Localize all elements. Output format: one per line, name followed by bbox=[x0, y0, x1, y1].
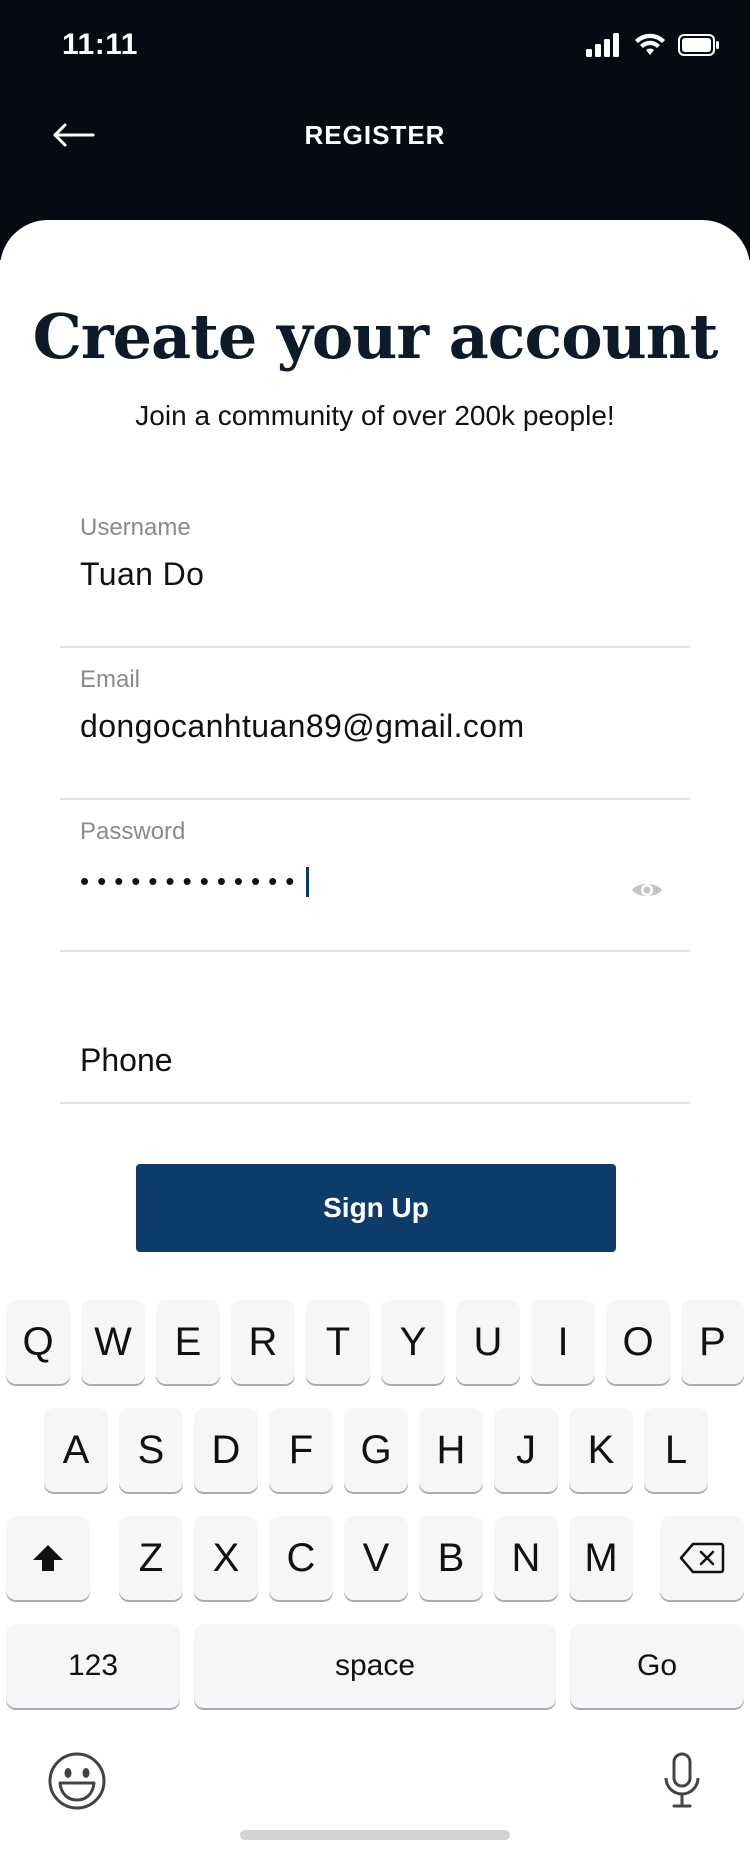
phone-placeholder[interactable]: Phone bbox=[80, 1042, 173, 1079]
key-f[interactable]: F bbox=[269, 1408, 333, 1492]
microphone-button[interactable] bbox=[662, 1750, 702, 1812]
keyboard-bottom-bar bbox=[0, 1750, 750, 1868]
numbers-key[interactable]: 123 bbox=[6, 1624, 180, 1708]
eye-icon bbox=[632, 884, 662, 896]
wifi-icon bbox=[635, 33, 665, 55]
key-x[interactable]: X bbox=[194, 1516, 258, 1600]
backspace-icon bbox=[679, 1542, 725, 1574]
key-n[interactable]: N bbox=[494, 1516, 558, 1600]
emoji-icon bbox=[48, 1752, 106, 1810]
key-i[interactable]: I bbox=[531, 1300, 595, 1384]
on-screen-keyboard: Q W E R T Y U I O P A S D F G H J K L Z … bbox=[0, 1280, 750, 1868]
backspace-key[interactable] bbox=[660, 1516, 744, 1600]
username-field[interactable]: Username Tuan Do bbox=[60, 496, 690, 648]
key-k[interactable]: K bbox=[569, 1408, 633, 1492]
password-masked-value: ••••••••••••• bbox=[80, 866, 303, 896]
password-label: Password bbox=[80, 818, 186, 845]
key-d[interactable]: D bbox=[194, 1408, 258, 1492]
key-t[interactable]: T bbox=[306, 1300, 370, 1384]
key-v[interactable]: V bbox=[344, 1516, 408, 1600]
status-time: 11:11 bbox=[62, 28, 138, 61]
key-y[interactable]: Y bbox=[381, 1300, 445, 1384]
signal-icon bbox=[586, 33, 619, 57]
password-field[interactable]: Password ••••••••••••• bbox=[60, 800, 690, 952]
key-j[interactable]: J bbox=[494, 1408, 558, 1492]
emoji-button[interactable] bbox=[46, 1750, 108, 1812]
shift-key[interactable] bbox=[6, 1516, 90, 1600]
email-label: Email bbox=[80, 666, 141, 693]
key-a[interactable]: A bbox=[44, 1408, 108, 1492]
phone-field[interactable]: Phone bbox=[60, 952, 690, 1104]
username-label: Username bbox=[80, 514, 191, 541]
text-caret bbox=[306, 866, 310, 897]
email-field[interactable]: Email dongocanhtuan89@gmail.com bbox=[60, 648, 690, 800]
email-value[interactable]: dongocanhtuan89@gmail.com bbox=[80, 708, 525, 745]
show-password-button[interactable] bbox=[630, 878, 664, 902]
microphone-icon bbox=[664, 1752, 700, 1808]
key-s[interactable]: S bbox=[119, 1408, 183, 1492]
go-key[interactable]: Go bbox=[570, 1624, 744, 1708]
battery-icon bbox=[678, 34, 719, 56]
password-input[interactable]: ••••••••••••• bbox=[80, 866, 310, 897]
key-w[interactable]: W bbox=[81, 1300, 145, 1384]
key-g[interactable]: G bbox=[344, 1408, 408, 1492]
keyboard-row-2: A S D F G H J K L bbox=[0, 1408, 750, 1494]
shift-icon bbox=[33, 1545, 63, 1571]
key-e[interactable]: E bbox=[156, 1300, 220, 1384]
page-title: REGISTER bbox=[304, 120, 446, 150]
key-p[interactable]: P bbox=[681, 1300, 744, 1384]
key-c[interactable]: C bbox=[269, 1516, 333, 1600]
key-z[interactable]: Z bbox=[119, 1516, 183, 1600]
key-h[interactable]: H bbox=[419, 1408, 483, 1492]
key-b[interactable]: B bbox=[419, 1516, 483, 1600]
key-o[interactable]: O bbox=[606, 1300, 670, 1384]
key-l[interactable]: L bbox=[644, 1408, 708, 1492]
space-key[interactable]: space bbox=[194, 1624, 556, 1708]
username-value[interactable]: Tuan Do bbox=[80, 556, 204, 593]
key-q[interactable]: Q bbox=[6, 1300, 70, 1384]
key-r[interactable]: R bbox=[231, 1300, 295, 1384]
card-subheading: Join a community of over 200k people! bbox=[135, 400, 615, 431]
keyboard-row-3: Z X C V B N M bbox=[0, 1516, 750, 1602]
keyboard-row-4: 123 space Go bbox=[0, 1624, 750, 1710]
key-u[interactable]: U bbox=[456, 1300, 520, 1384]
card-heading: Create your account bbox=[32, 300, 719, 373]
status-icons bbox=[586, 30, 720, 60]
sign-up-button[interactable]: Sign Up bbox=[136, 1164, 616, 1252]
home-indicator bbox=[240, 1830, 510, 1840]
key-m[interactable]: M bbox=[569, 1516, 633, 1600]
keyboard-row-1: Q W E R T Y U I O P bbox=[0, 1300, 750, 1386]
